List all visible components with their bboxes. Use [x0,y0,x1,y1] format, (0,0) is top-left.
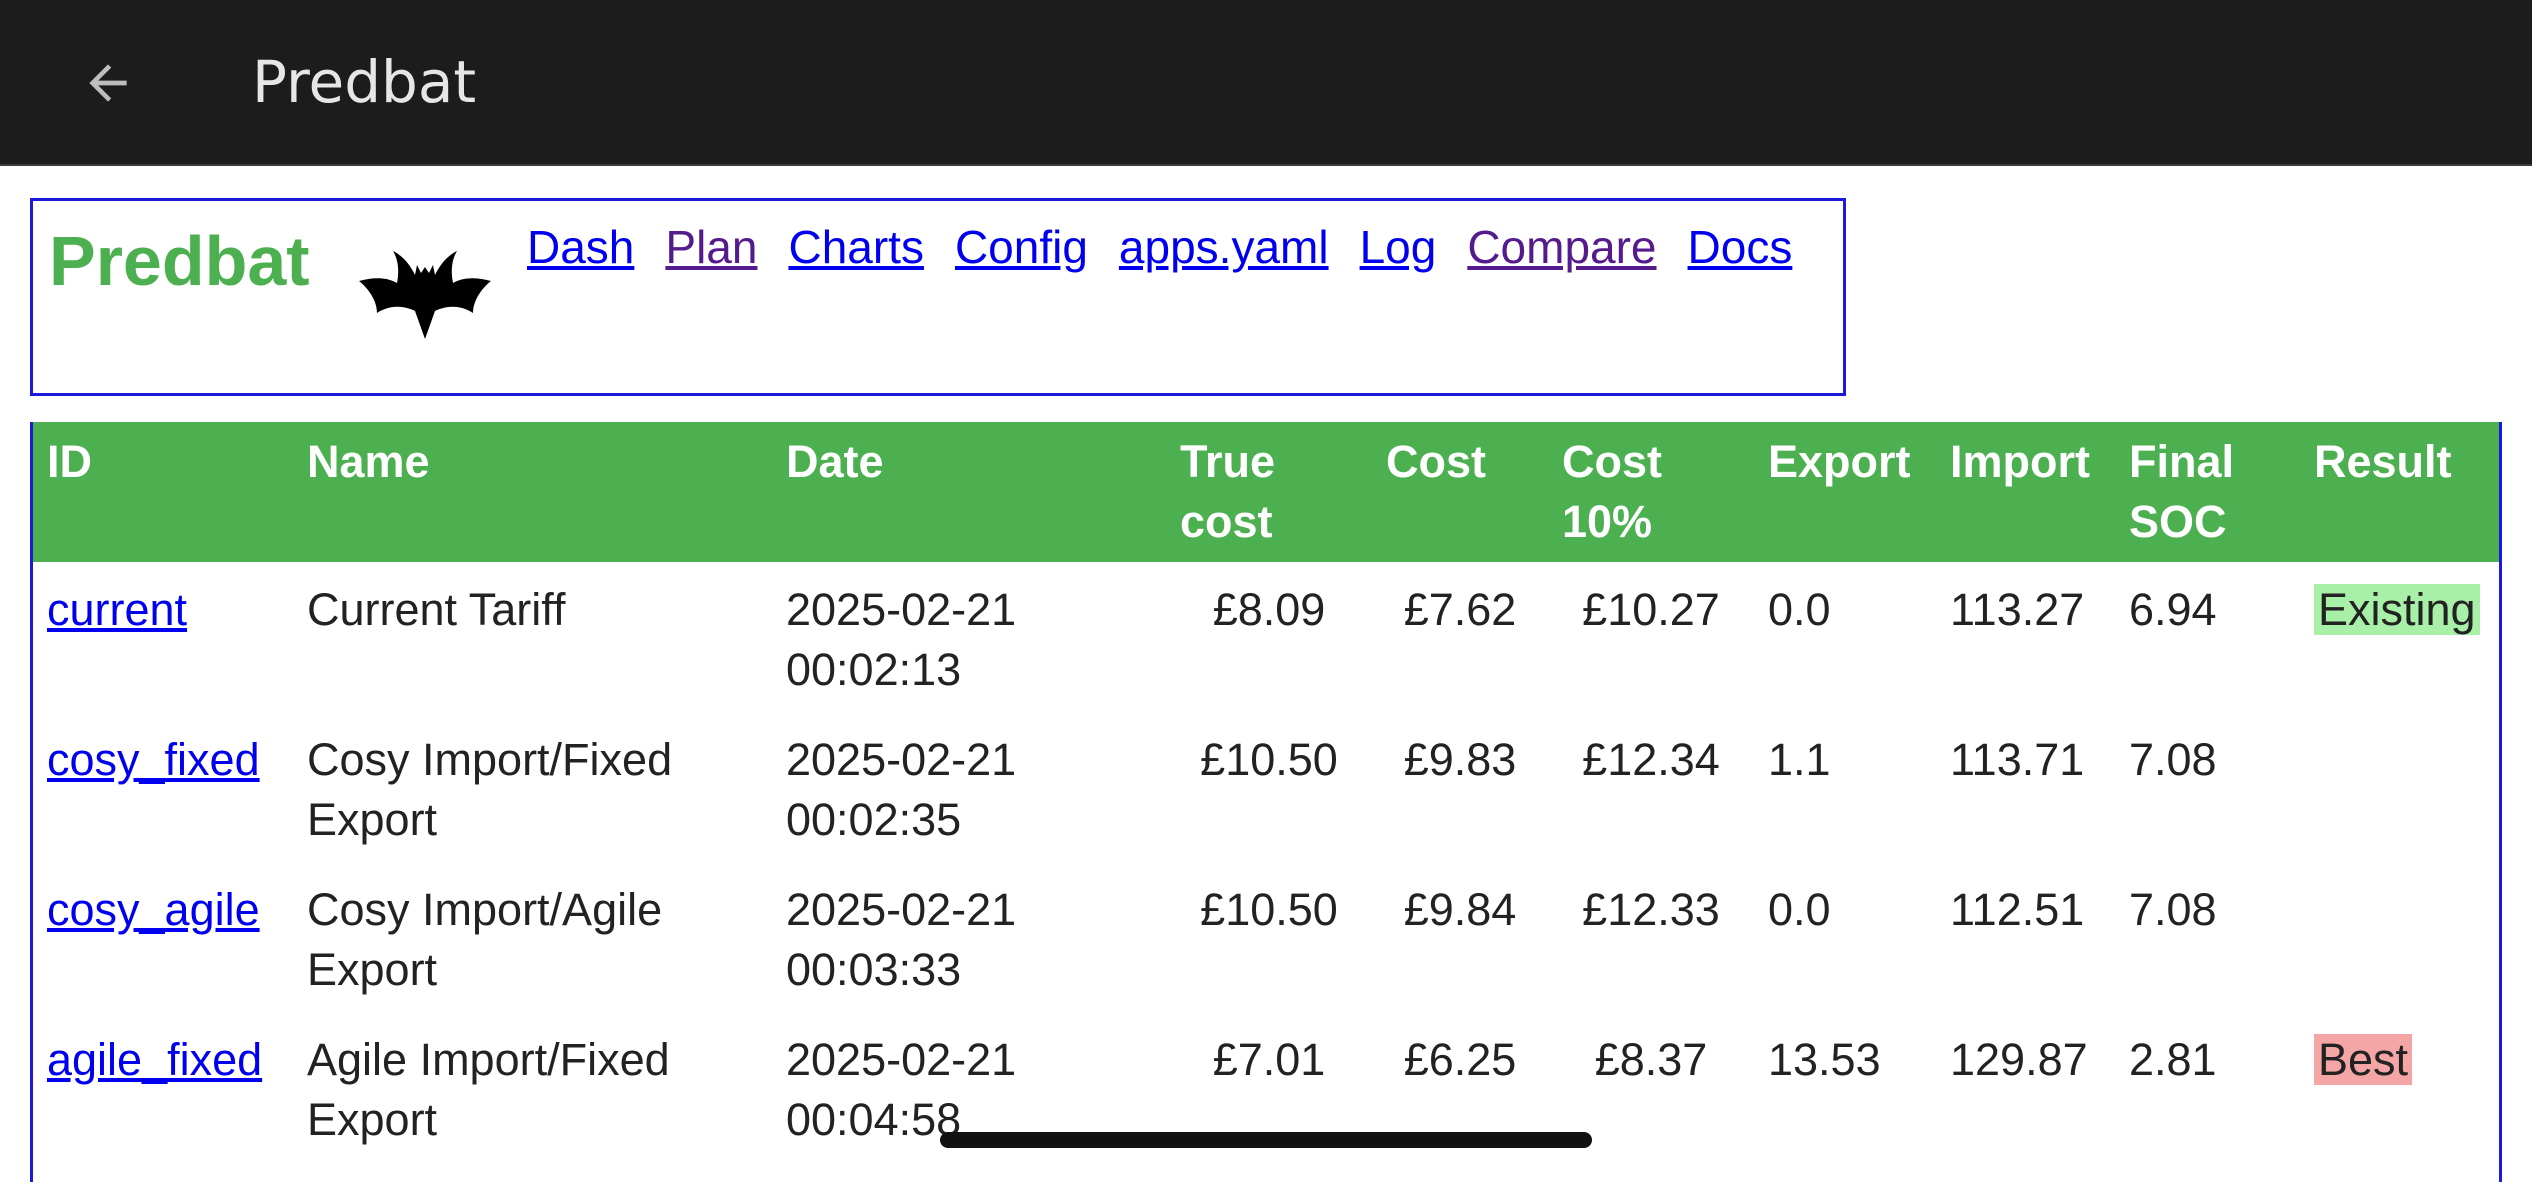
cell-name: Cosy Import/Agile Export [307,884,663,995]
cell-cost10: £10.27 [1582,584,1720,635]
arrow-left-icon [89,64,127,102]
result-badge: Existing [2314,584,2480,635]
cell-import: 113.27 [1950,584,2085,635]
cell-export: 0.0 [1768,584,1831,635]
column-header-true-cost: True cost [1180,436,1276,547]
nav-link-plan[interactable]: Plan [665,217,757,277]
nav-link-compare[interactable]: Compare [1467,217,1656,277]
nav-link-charts[interactable]: Charts [788,217,923,277]
cell-name: Cosy Import/Fixed Export [307,734,673,845]
table-row: cosy_agile Cosy Import/Agile Export 2025-02… [33,862,2499,1012]
cell-final-soc: 7.08 [2129,884,2217,935]
result-badge: Best [2314,1034,2413,1085]
column-header-date: Date [786,436,884,487]
cell-cost: £9.83 [1403,734,1517,785]
table-header-row: ID Name Date True cost Cost Cost 10% Export Impor… [33,422,2499,562]
table-row: current Current Tariff 2025-02-21 00:02:13 £… [33,562,2499,712]
cell-export: 1.1 [1768,734,1831,785]
row-id-link[interactable]: current [47,584,187,635]
cell-final-soc: 7.08 [2129,734,2217,785]
column-header-result: Result [2314,436,2452,487]
cell-export: 0.0 [1768,884,1831,935]
cell-import: 129.87 [1950,1034,2088,1085]
cell-import: 112.51 [1950,884,2085,935]
cell-date: 2025-02-21 00:02:35 [786,734,1017,845]
cell-result: Existing [2300,562,2499,712]
nav-links: Dash Plan Charts Config apps.yaml Log Compare D… [527,217,1792,277]
row-id-link[interactable]: cosy_agile [47,884,260,935]
nav-link-docs[interactable]: Docs [1688,217,1793,277]
cell-final-soc: 2.81 [2129,1034,2217,1085]
back-button[interactable] [60,40,156,126]
app-bar: Predbat [0,0,2532,166]
cell-result [2300,862,2499,1012]
cell-cost10: £12.33 [1582,884,1720,935]
cell-name: Agile Import/Fixed Export [307,1034,670,1145]
app-title: Predbat [252,48,477,116]
column-header-id: ID [47,436,92,487]
nav-link-apps-yaml[interactable]: apps.yaml [1119,217,1329,277]
row-id-link[interactable]: cosy_fixed [47,734,260,785]
cell-final-soc: 6.94 [2129,584,2217,635]
cell-export: 13.53 [1768,1034,1881,1085]
nav-link-log[interactable]: Log [1360,217,1437,277]
row-id-link[interactable]: agile_fixed [47,1034,262,1085]
cell-cost: £7.62 [1403,584,1517,635]
brand-title: Predbat [49,222,310,300]
nav-link-dash[interactable]: Dash [527,217,634,277]
column-header-cost10: Cost 10% [1562,436,1662,547]
cell-true-cost: £10.50 [1200,734,1338,785]
column-header-cost: Cost [1386,436,1486,487]
nav-link-config[interactable]: Config [955,217,1088,277]
cell-date: 2025-02-21 00:02:13 [786,584,1017,695]
column-header-export: Export [1768,436,1911,487]
column-header-name: Name [307,436,430,487]
home-indicator[interactable] [940,1132,1592,1148]
predbat-header: Predbat Dash Plan Charts Config apps.yaml Log… [30,198,1846,396]
cell-true-cost: £10.50 [1200,884,1338,935]
cell-id: agile_fixed [33,1012,293,1162]
cell-id: cosy_fixed [33,712,293,862]
cell-result [2300,712,2499,862]
table-row: cosy_fixed Cosy Import/Fixed Export 2025-02… [33,712,2499,862]
cell-name: Current Tariff [307,584,566,635]
bat-icon [359,251,491,339]
cell-id: current [33,562,293,712]
cell-cost10: £12.34 [1582,734,1720,785]
cell-true-cost: £8.09 [1212,584,1326,635]
column-header-final-soc: Final SOC [2129,436,2235,547]
cell-cost: £9.84 [1403,884,1517,935]
compare-table-container: ID Name Date True cost Cost Cost 10% Export Impor… [30,422,2502,1182]
cell-import: 113.71 [1950,734,2085,785]
cell-id: cosy_agile [33,862,293,1012]
cell-date: 2025-02-21 00:03:33 [786,884,1017,995]
cell-result: Best [2300,1012,2499,1162]
compare-table: ID Name Date True cost Cost Cost 10% Export Impor… [33,422,2499,1162]
column-header-import: Import [1950,436,2090,487]
